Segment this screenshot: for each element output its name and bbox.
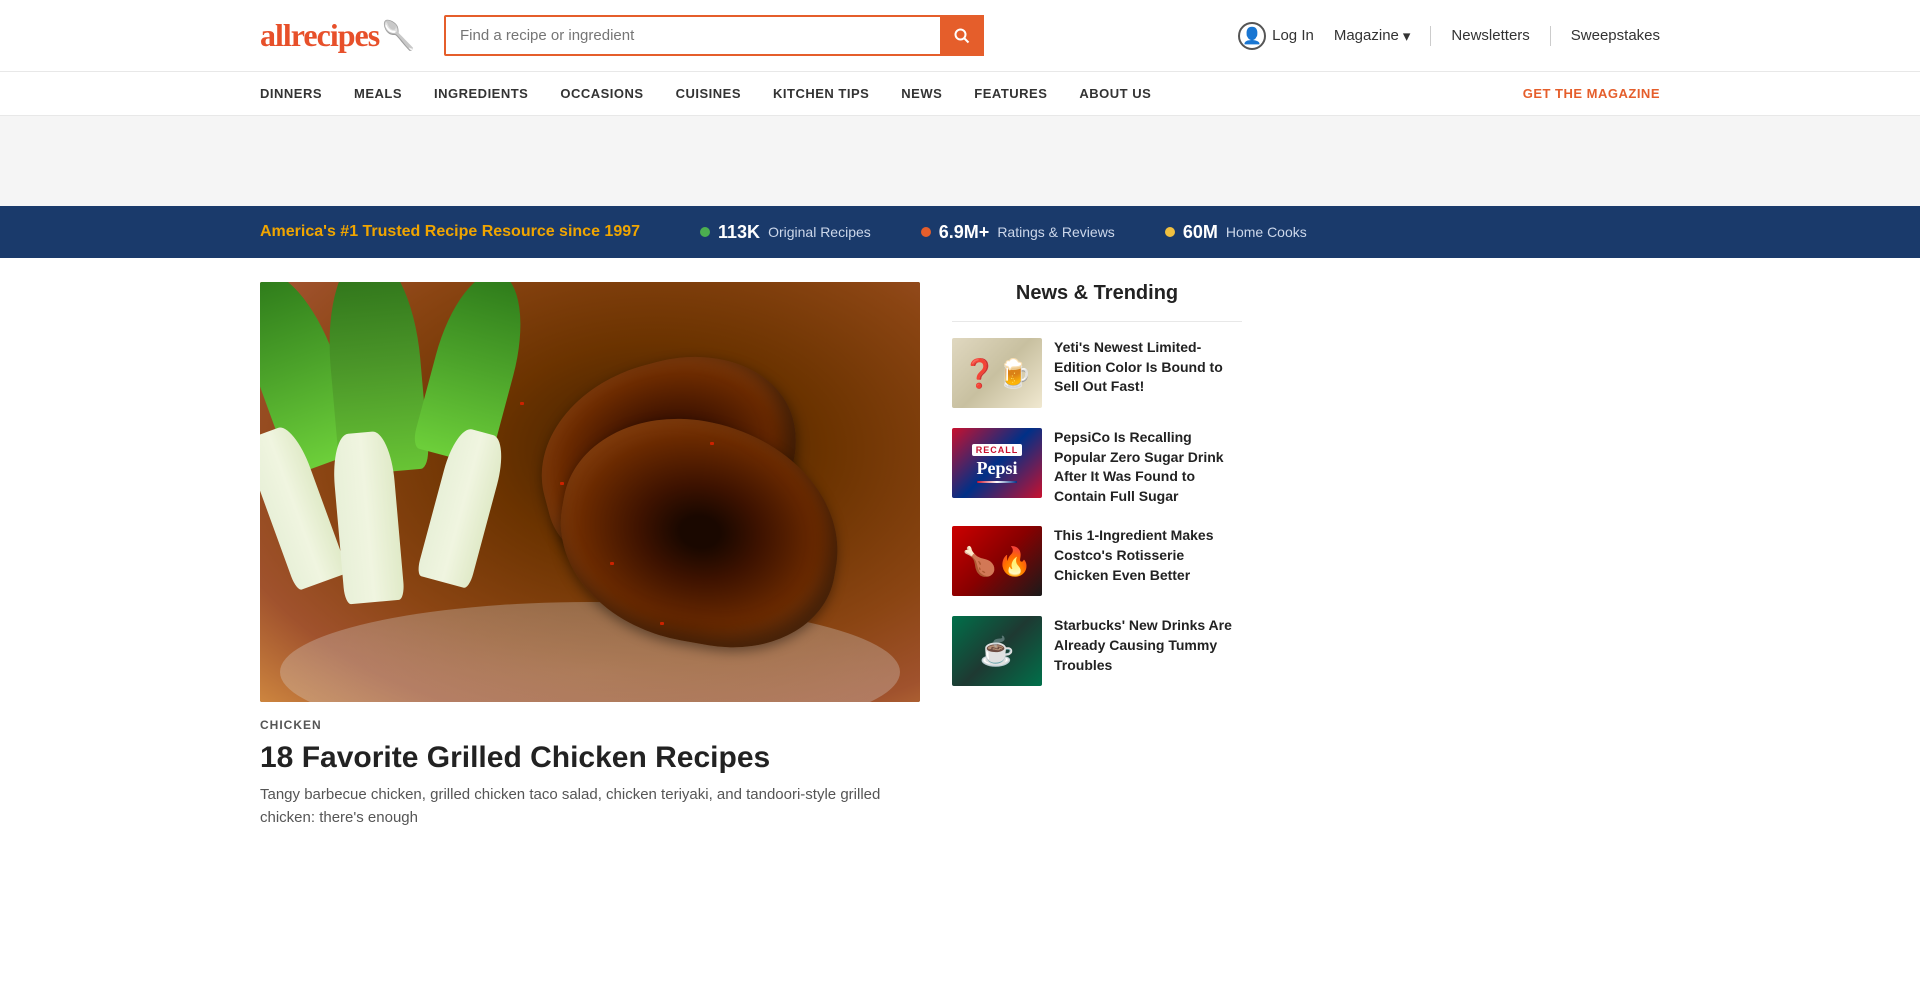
sidebar-title: News & Trending xyxy=(952,282,1242,322)
sidebar: News & Trending ❓🍺 Yeti's Newest Limited… xyxy=(952,282,1242,829)
pepper-flake xyxy=(560,482,564,485)
hero-section: CHICKEN 18 Favorite Grilled Chicken Reci… xyxy=(260,282,920,829)
pepper-flake xyxy=(710,442,714,445)
magazine-label: Magazine xyxy=(1334,27,1399,44)
bok-choy xyxy=(260,282,540,702)
news-thumbnail-costco: 🍗🔥 xyxy=(952,526,1042,596)
search-area xyxy=(444,15,984,56)
stats-tagline: America's #1 Trusted Recipe Resource sin… xyxy=(260,223,640,241)
news-thumbnail-yeti: ❓🍺 xyxy=(952,338,1042,408)
pepper-flake xyxy=(660,622,664,625)
stat-number-recipes: 113K xyxy=(718,222,760,243)
login-button[interactable]: 👤 Log In xyxy=(1238,22,1314,50)
nav-item-cuisines[interactable]: CUISINES xyxy=(676,86,741,101)
news-item-starbucks[interactable]: ☕ Starbucks' New Drinks Are Already Caus… xyxy=(952,616,1242,686)
news-thumbnail-starbucks: ☕ xyxy=(952,616,1042,686)
stat-label-ratings: Ratings & Reviews xyxy=(997,224,1115,240)
nav-item-kitchen-tips[interactable]: KITCHEN TIPS xyxy=(773,86,869,101)
hero-image-bg xyxy=(260,282,920,702)
main-content: CHICKEN 18 Favorite Grilled Chicken Reci… xyxy=(0,258,1920,853)
header: allrecipes 🥄 👤 Log In Magazine ▾ Newslet… xyxy=(0,0,1920,72)
yeti-image: ❓🍺 xyxy=(952,338,1042,408)
stat-cooks: 60M Home Cooks xyxy=(1165,222,1307,243)
nav-item-occasions[interactable]: OCCASIONS xyxy=(560,86,643,101)
stat-recipes: 113K Original Recipes xyxy=(700,222,871,243)
ad-banner xyxy=(0,116,1920,206)
costco-image: 🍗🔥 xyxy=(952,526,1042,596)
stat-dot-recipes xyxy=(700,227,710,237)
stat-label-recipes: Original Recipes xyxy=(768,224,871,240)
nav-item-news[interactable]: NEWS xyxy=(901,86,942,101)
hero-image[interactable] xyxy=(260,282,920,702)
pepper-flake xyxy=(610,562,614,565)
header-right: 👤 Log In Magazine ▾ Newsletters Sweepsta… xyxy=(1238,22,1660,50)
stat-number-cooks: 60M xyxy=(1183,222,1218,243)
magazine-button[interactable]: Magazine ▾ xyxy=(1334,27,1411,45)
hero-title: 18 Favorite Grilled Chicken Recipes xyxy=(260,740,920,776)
news-item-pepsi[interactable]: RECALL Pepsi PepsiCo Is Recalling Popula… xyxy=(952,428,1242,506)
hero-category: CHICKEN xyxy=(260,718,920,732)
news-text-yeti: Yeti's Newest Limited-Edition Color Is B… xyxy=(1054,338,1242,408)
starbucks-image: ☕ xyxy=(952,616,1042,686)
news-thumbnail-pepsi: RECALL Pepsi xyxy=(952,428,1042,498)
stat-dot-ratings xyxy=(921,227,931,237)
search-input[interactable] xyxy=(444,15,984,56)
pepsi-image: RECALL Pepsi xyxy=(952,428,1042,498)
get-magazine-link[interactable]: GET THE MAGAZINE xyxy=(1523,86,1660,101)
logo-text: allrecipes xyxy=(260,17,379,54)
tagline-start: America's xyxy=(260,223,340,240)
stat-label-cooks: Home Cooks xyxy=(1226,224,1307,240)
nav-item-dinners[interactable]: DINNERS xyxy=(260,86,322,101)
tagline-highlight: #1 Trusted Recipe Resource xyxy=(340,223,554,240)
nav-item-ingredients[interactable]: INGREDIENTS xyxy=(434,86,528,101)
main-nav: DINNERS MEALS INGREDIENTS OCCASIONS CUIS… xyxy=(0,72,1920,116)
news-item-yeti[interactable]: ❓🍺 Yeti's Newest Limited-Edition Color I… xyxy=(952,338,1242,408)
hero-description: Tangy barbecue chicken, grilled chicken … xyxy=(260,784,920,829)
news-text-pepsi: PepsiCo Is Recalling Popular Zero Sugar … xyxy=(1054,428,1242,506)
logo-spoon-icon: 🥄 xyxy=(381,19,416,52)
user-icon: 👤 xyxy=(1238,22,1266,50)
stats-bar: America's #1 Trusted Recipe Resource sin… xyxy=(0,206,1920,258)
search-icon xyxy=(954,28,970,44)
sweepstakes-link[interactable]: Sweepstakes xyxy=(1571,27,1660,44)
newsletters-link[interactable]: Newsletters xyxy=(1451,27,1529,44)
nav-item-meals[interactable]: MEALS xyxy=(354,86,402,101)
chevron-down-icon: ▾ xyxy=(1403,27,1411,45)
logo[interactable]: allrecipes 🥄 xyxy=(260,17,420,54)
news-text-costco: This 1-Ingredient Makes Costco's Rotisse… xyxy=(1054,526,1242,596)
news-text-starbucks: Starbucks' New Drinks Are Already Causin… xyxy=(1054,616,1242,686)
search-button[interactable] xyxy=(940,15,984,56)
nav-item-about-us[interactable]: ABOUT US xyxy=(1079,86,1151,101)
news-item-costco[interactable]: 🍗🔥 This 1-Ingredient Makes Costco's Roti… xyxy=(952,526,1242,596)
header-divider-1 xyxy=(1430,26,1431,46)
tagline-end: since 1997 xyxy=(555,223,640,240)
nav-item-features[interactable]: FEATURES xyxy=(974,86,1047,101)
stat-dot-cooks xyxy=(1165,227,1175,237)
header-divider-2 xyxy=(1550,26,1551,46)
stat-number-ratings: 6.9M+ xyxy=(939,222,990,243)
pepper-flake xyxy=(520,402,524,405)
login-label: Log In xyxy=(1272,27,1314,44)
stat-ratings: 6.9M+ Ratings & Reviews xyxy=(921,222,1115,243)
